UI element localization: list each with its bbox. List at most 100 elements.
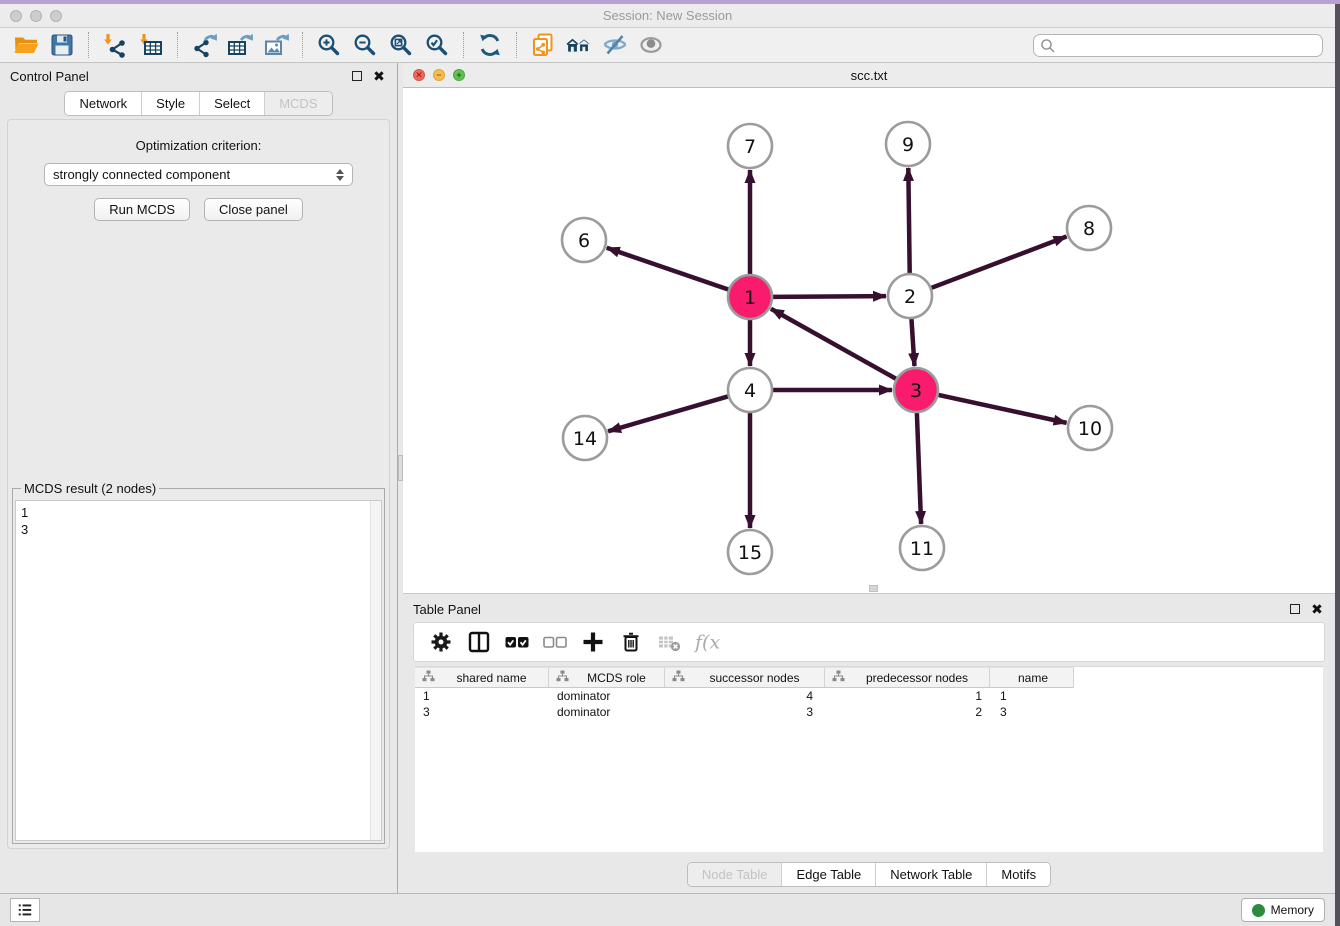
tab-edge-table[interactable]: Edge Table bbox=[781, 863, 875, 886]
edge-2-3[interactable] bbox=[911, 319, 914, 366]
search-input[interactable] bbox=[1056, 37, 1322, 55]
node-15[interactable]: 15 bbox=[728, 530, 772, 574]
node-2[interactable]: 2 bbox=[888, 274, 932, 318]
mcds-result-group: MCDS result (2 nodes) 13 bbox=[12, 488, 385, 844]
tab-network-table[interactable]: Network Table bbox=[875, 863, 986, 886]
task-history-button[interactable] bbox=[10, 898, 40, 922]
table-float-panel-button[interactable] bbox=[1287, 601, 1303, 617]
zoom-out-icon[interactable] bbox=[350, 31, 380, 59]
svg-text:f(x): f(x) bbox=[694, 632, 720, 654]
table-panel-title: Table Panel bbox=[413, 602, 1281, 617]
column-header-successor-nodes[interactable]: successor nodes bbox=[665, 667, 825, 688]
edge-3-10[interactable] bbox=[938, 395, 1066, 423]
tab-node-table[interactable]: Node Table bbox=[688, 863, 782, 886]
zoom-selected-icon[interactable] bbox=[422, 31, 452, 59]
node-6[interactable]: 6 bbox=[562, 218, 606, 262]
table-cell: dominator bbox=[549, 705, 665, 719]
table-close-panel-button[interactable]: ✖ bbox=[1309, 601, 1325, 617]
svg-text:1: 1 bbox=[744, 287, 756, 309]
column-header-shared-name[interactable]: shared name bbox=[415, 667, 549, 688]
frame-minimize-button[interactable]: − bbox=[433, 69, 445, 81]
network-canvas[interactable]: 7 9 6 8 1 2 4 3 14 10 15 11 bbox=[403, 88, 1335, 593]
zoom-window-button[interactable] bbox=[50, 10, 62, 22]
search-field[interactable] bbox=[1033, 34, 1323, 57]
table-toolbar: f(x) bbox=[413, 622, 1325, 662]
edge-4-14[interactable] bbox=[608, 396, 728, 431]
network-frame-controls: ✕ − + bbox=[413, 69, 465, 81]
first-neighbors-icon[interactable] bbox=[564, 31, 594, 59]
table-row[interactable]: 3dominator323 bbox=[415, 704, 1323, 720]
apply-layout-icon[interactable] bbox=[475, 31, 505, 59]
node-7[interactable]: 7 bbox=[728, 124, 772, 168]
column-header-name[interactable]: name bbox=[990, 667, 1074, 688]
table-cell: 1 bbox=[825, 689, 990, 703]
memory-button[interactable]: Memory bbox=[1241, 898, 1325, 922]
function-builder-icon[interactable]: f(x) bbox=[694, 629, 720, 655]
duplicate-network-icon[interactable] bbox=[528, 31, 558, 59]
edge-3-11[interactable] bbox=[917, 413, 921, 524]
svg-text:4: 4 bbox=[744, 380, 756, 402]
frame-close-button[interactable]: ✕ bbox=[413, 69, 425, 81]
criterion-select[interactable]: strongly connected component bbox=[44, 163, 353, 186]
select-arrows-icon bbox=[336, 169, 344, 181]
export-table-icon[interactable] bbox=[225, 31, 255, 59]
export-network-icon[interactable] bbox=[189, 31, 219, 59]
table-row[interactable]: 1dominator411 bbox=[415, 688, 1323, 704]
node-8[interactable]: 8 bbox=[1067, 206, 1111, 250]
node-4[interactable]: 4 bbox=[728, 368, 772, 412]
edge-2-8[interactable] bbox=[932, 237, 1067, 288]
edge-1-2[interactable] bbox=[773, 296, 886, 297]
close-panel-button[interactable]: ✖ bbox=[371, 68, 387, 84]
zoom-fit-icon[interactable] bbox=[386, 31, 416, 59]
open-session-icon[interactable] bbox=[11, 31, 41, 59]
table-panel-tabs: Node TableEdge TableNetwork TableMotifs bbox=[687, 862, 1051, 887]
canvas-resize-grip[interactable] bbox=[869, 585, 878, 592]
export-image-icon[interactable] bbox=[261, 31, 291, 59]
table-options-icon[interactable] bbox=[428, 629, 454, 655]
tab-select[interactable]: Select bbox=[199, 92, 264, 115]
close-window-button[interactable] bbox=[10, 10, 22, 22]
save-session-icon[interactable] bbox=[47, 31, 77, 59]
node-1[interactable]: 1 bbox=[728, 275, 772, 319]
node-11[interactable]: 11 bbox=[900, 526, 944, 570]
node-3[interactable]: 3 bbox=[894, 368, 938, 412]
import-network-icon[interactable] bbox=[100, 31, 130, 59]
network-frame: scc.txt ✕ − + 7968124314101511 bbox=[403, 63, 1335, 593]
edge-3-1[interactable] bbox=[771, 309, 896, 379]
mcds-result-list[interactable]: 13 bbox=[15, 500, 382, 841]
tab-network[interactable]: Network bbox=[65, 92, 141, 115]
node-14[interactable]: 14 bbox=[563, 416, 607, 460]
import-table-icon[interactable] bbox=[136, 31, 166, 59]
window-title: Session: New Session bbox=[0, 8, 1335, 23]
close-panel-button-2[interactable]: Close panel bbox=[204, 198, 303, 221]
delete-column-icon[interactable] bbox=[618, 629, 644, 655]
node-10[interactable]: 10 bbox=[1068, 406, 1112, 450]
tab-motifs[interactable]: Motifs bbox=[986, 863, 1050, 886]
show-columns-icon[interactable] bbox=[466, 629, 492, 655]
minimize-window-button[interactable] bbox=[30, 10, 42, 22]
edge-1-6[interactable] bbox=[607, 248, 729, 290]
run-mcds-button[interactable]: Run MCDS bbox=[94, 198, 190, 221]
application-window: Session: New Session Control Panel ✖ Net… bbox=[0, 4, 1335, 926]
attribute-type-icon bbox=[832, 670, 849, 685]
delete-table-icon[interactable] bbox=[656, 629, 682, 655]
zoom-in-icon[interactable] bbox=[314, 31, 344, 59]
frame-maximize-button[interactable]: + bbox=[453, 69, 465, 81]
float-panel-button[interactable] bbox=[349, 68, 365, 84]
scrollbar-track[interactable] bbox=[370, 501, 381, 840]
tab-style[interactable]: Style bbox=[141, 92, 199, 115]
unselect-all-columns-icon[interactable] bbox=[542, 629, 568, 655]
column-header-MCDS-role[interactable]: MCDS role bbox=[549, 667, 665, 688]
tab-mcds[interactable]: MCDS bbox=[264, 92, 331, 115]
table-cell: 3 bbox=[415, 705, 549, 719]
mcds-result-line: 3 bbox=[16, 521, 381, 538]
hide-selected-icon[interactable] bbox=[600, 31, 630, 59]
show-all-icon[interactable] bbox=[636, 31, 666, 59]
table-cell: dominator bbox=[549, 689, 665, 703]
toolbar-separator bbox=[463, 32, 464, 58]
node-9[interactable]: 9 bbox=[886, 122, 930, 166]
column-header-predecessor-nodes[interactable]: predecessor nodes bbox=[825, 667, 990, 688]
select-all-columns-icon[interactable] bbox=[504, 629, 530, 655]
add-column-icon[interactable] bbox=[580, 629, 606, 655]
edge-2-9[interactable] bbox=[908, 168, 909, 273]
